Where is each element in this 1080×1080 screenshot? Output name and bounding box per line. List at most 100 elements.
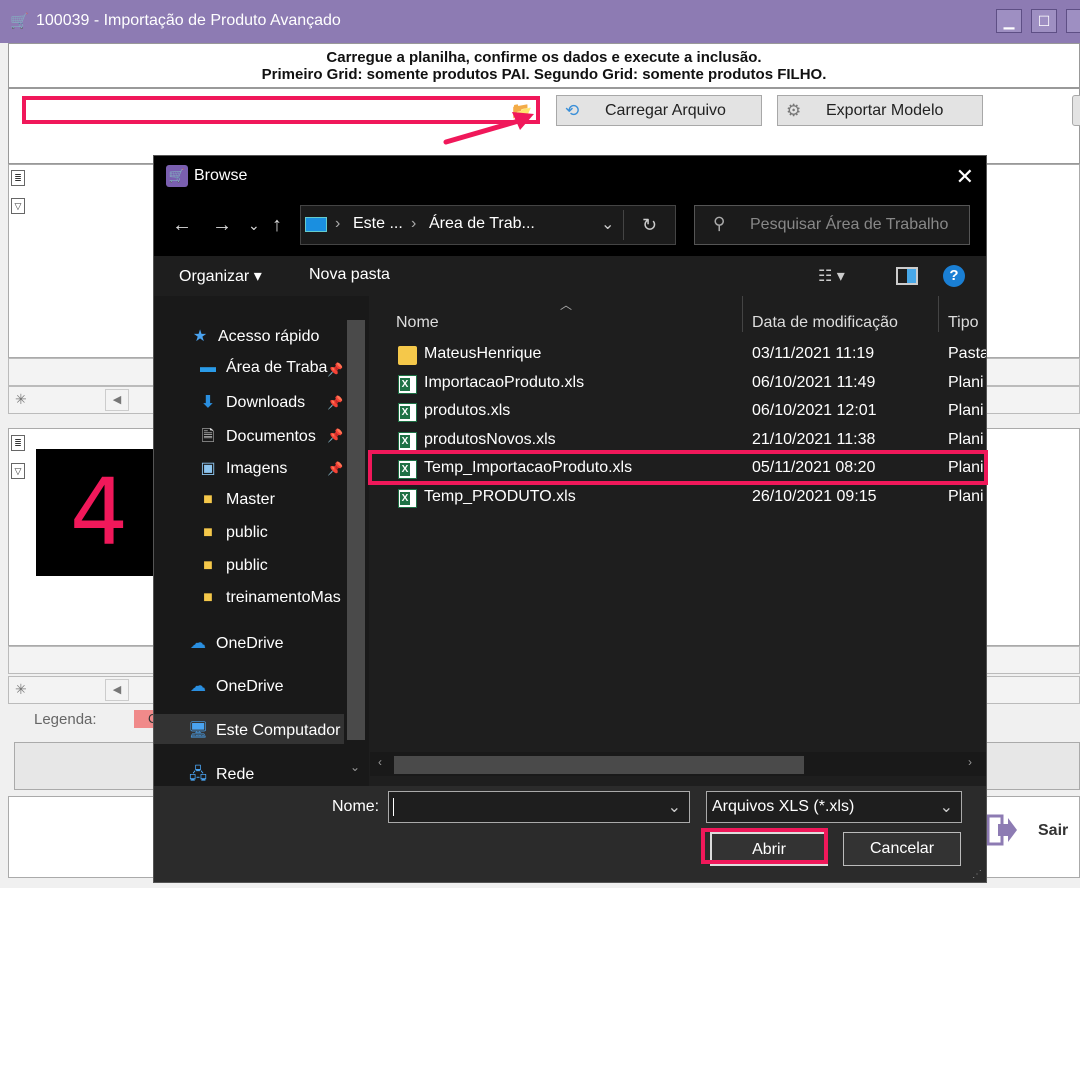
column-header-name[interactable]: Nome xyxy=(396,314,439,332)
file-name: MateusHenrique xyxy=(424,345,542,362)
nav-item-images[interactable]: ▣ Imagens xyxy=(198,458,287,478)
search-input[interactable]: ⚲ Pesquisar Área de Trabalho xyxy=(694,205,970,245)
grid-list-icon[interactable]: ≣ xyxy=(11,170,25,186)
file-name: Temp_PRODUTO.xls xyxy=(424,488,576,505)
open-button-highlight xyxy=(701,828,828,864)
chevron-down-icon[interactable]: ⌄ xyxy=(601,214,614,234)
file-row[interactable]: Temp_PRODUTO.xls 26/10/2021 09:15 Plani xyxy=(370,484,986,512)
file-date: 21/10/2021 11:38 xyxy=(752,431,876,448)
scroll-down-icon[interactable]: ⌄ xyxy=(350,760,360,774)
new-folder-button[interactable]: Nova pasta xyxy=(309,266,390,284)
up-arrow-icon[interactable]: ↑ xyxy=(272,214,282,237)
refresh-icon: ⟲ xyxy=(565,101,580,120)
column-header-type[interactable]: Tipo xyxy=(948,314,979,332)
export-model-button[interactable]: ⚙ Exportar Modelo xyxy=(777,95,983,126)
nav-item-this-computer[interactable]: 🖥 Este Computador xyxy=(188,720,341,740)
cancel-button[interactable]: Cancelar xyxy=(843,832,961,866)
organize-menu[interactable]: Organizar ▾ xyxy=(179,266,262,286)
view-options-icon[interactable]: ☷ ▾ xyxy=(818,266,845,286)
scroll-left-icon[interactable]: ‹ xyxy=(378,755,382,769)
nav-item-onedrive[interactable]: ☁ OneDrive xyxy=(188,633,284,653)
grid-list-icon[interactable]: ≣ xyxy=(11,435,25,451)
nav-label: public xyxy=(226,557,268,574)
scroll-left-icon[interactable]: ◀ xyxy=(105,679,129,701)
pin-icon[interactable]: 📌 xyxy=(327,461,343,477)
breadcrumb-desktop[interactable]: Área de Trab... xyxy=(429,215,535,233)
pin-icon[interactable]: 📌 xyxy=(327,428,343,444)
export-model-label: Exportar Modelo xyxy=(826,102,944,119)
hscroll-thumb[interactable] xyxy=(394,756,804,774)
nav-scroll-thumb[interactable] xyxy=(347,320,365,740)
grid-filter-icon[interactable]: ▽ xyxy=(11,463,25,479)
nav-label: treinamentoMas xyxy=(226,589,341,606)
extra-button[interactable] xyxy=(1072,95,1080,126)
nav-scrollbar[interactable]: ⌄ xyxy=(344,296,368,786)
chevron-down-icon[interactable]: ⌄ xyxy=(668,797,681,817)
file-row[interactable]: ImportacaoProduto.xls 06/10/2021 11:49 P… xyxy=(370,370,986,398)
exit-label: Sair xyxy=(1038,822,1069,839)
nav-item-desktop[interactable]: ▬ Área de Traba xyxy=(198,359,327,377)
legend-label: Legenda: xyxy=(34,711,97,728)
asterisk-icon: ✳ xyxy=(15,391,27,407)
nav-item-master[interactable]: ■ Master xyxy=(198,491,275,509)
nav-label: Este Computador xyxy=(216,722,341,739)
file-date: 06/10/2021 11:49 xyxy=(752,374,876,391)
folder-icon: ■ xyxy=(203,557,213,574)
column-separator[interactable] xyxy=(742,296,743,332)
nav-item-onedrive[interactable]: ☁ OneDrive xyxy=(188,676,284,696)
address-bar[interactable]: › Este ... › Área de Trab... ⌄ ↻ xyxy=(300,205,676,245)
nav-label: OneDrive xyxy=(216,678,284,695)
excel-file-icon xyxy=(398,403,417,422)
nav-item-downloads[interactable]: ⬇ Downloads xyxy=(198,392,305,412)
maximize-button[interactable]: ☐ xyxy=(1031,9,1057,33)
folder-icon: ■ xyxy=(203,589,213,606)
nav-item-public[interactable]: ■ public xyxy=(198,557,268,575)
computer-icon: 🖥 xyxy=(188,722,209,739)
file-date: 06/10/2021 12:01 xyxy=(752,402,877,419)
file-name: produtosNovos.xls xyxy=(424,431,556,448)
file-list-hscrollbar[interactable]: ‹ › xyxy=(370,752,986,776)
exit-icon xyxy=(986,814,1017,846)
breadcrumb-this-pc[interactable]: Este ... xyxy=(353,215,403,233)
pin-icon[interactable]: 📌 xyxy=(327,395,343,411)
help-icon[interactable]: ? xyxy=(943,265,965,287)
text-caret xyxy=(393,798,394,816)
exit-button[interactable]: Sair xyxy=(984,810,1080,854)
sort-up-icon: ︿ xyxy=(560,298,573,312)
back-arrow-icon[interactable]: ← xyxy=(172,214,192,237)
file-name-label: Nome: xyxy=(332,798,380,815)
nav-item-quick-access[interactable]: ★ Acesso rápido xyxy=(190,326,320,346)
close-button[interactable] xyxy=(1066,9,1080,33)
file-row[interactable]: produtos.xls 06/10/2021 12:01 Plani xyxy=(370,398,986,426)
pointer-arrow-icon xyxy=(443,112,534,145)
recent-chevron-icon[interactable]: ⌄ xyxy=(248,217,260,234)
scroll-right-icon[interactable]: › xyxy=(968,755,972,769)
pin-icon[interactable]: 📌 xyxy=(327,362,343,378)
star-icon: ★ xyxy=(192,328,208,345)
minimize-button[interactable]: ▁ xyxy=(996,9,1022,33)
column-header-date[interactable]: Data de modificação xyxy=(752,314,898,332)
file-type-select[interactable]: Arquivos XLS (*.xls) ⌄ xyxy=(706,791,962,823)
file-row[interactable]: MateusHenrique 03/11/2021 11:19 Pasta xyxy=(370,341,986,369)
browse-dialog: 🛒 Browse ✕ ← → ⌄ ↑ › Este ... › Área de … xyxy=(153,155,987,883)
dialog-close-icon[interactable]: ✕ xyxy=(956,164,974,190)
app-title: 100039 - Importação de Produto Avançado xyxy=(36,12,341,29)
breadcrumb-separator: › xyxy=(411,215,417,232)
resize-grip-icon[interactable]: ⋰ xyxy=(972,869,982,880)
refresh-icon[interactable]: ↻ xyxy=(623,210,675,240)
grid-filter-icon[interactable]: ▽ xyxy=(11,198,25,214)
step-number-badge: 4 xyxy=(36,449,162,576)
file-name: produtos.xls xyxy=(424,402,511,419)
instructions-line-1: Carregue a planilha, confirme os dados e… xyxy=(326,49,762,66)
nav-item-treinamento[interactable]: ■ treinamentoMas xyxy=(198,589,341,607)
nav-item-documents[interactable]: 🗎 Documentos xyxy=(198,425,316,452)
forward-arrow-icon[interactable]: → xyxy=(212,214,232,237)
scroll-left-icon[interactable]: ◀ xyxy=(105,389,129,411)
instructions-panel: Carregue a planilha, confirme os dados e… xyxy=(8,43,1080,88)
file-name-input[interactable]: ⌄ xyxy=(388,791,690,823)
nav-item-public[interactable]: ■ public xyxy=(198,524,268,542)
preview-pane-icon[interactable] xyxy=(896,267,918,285)
asterisk-icon: ✳ xyxy=(15,681,27,697)
load-file-button[interactable]: ⟲ Carregar Arquivo xyxy=(556,95,762,126)
column-separator[interactable] xyxy=(938,296,939,332)
